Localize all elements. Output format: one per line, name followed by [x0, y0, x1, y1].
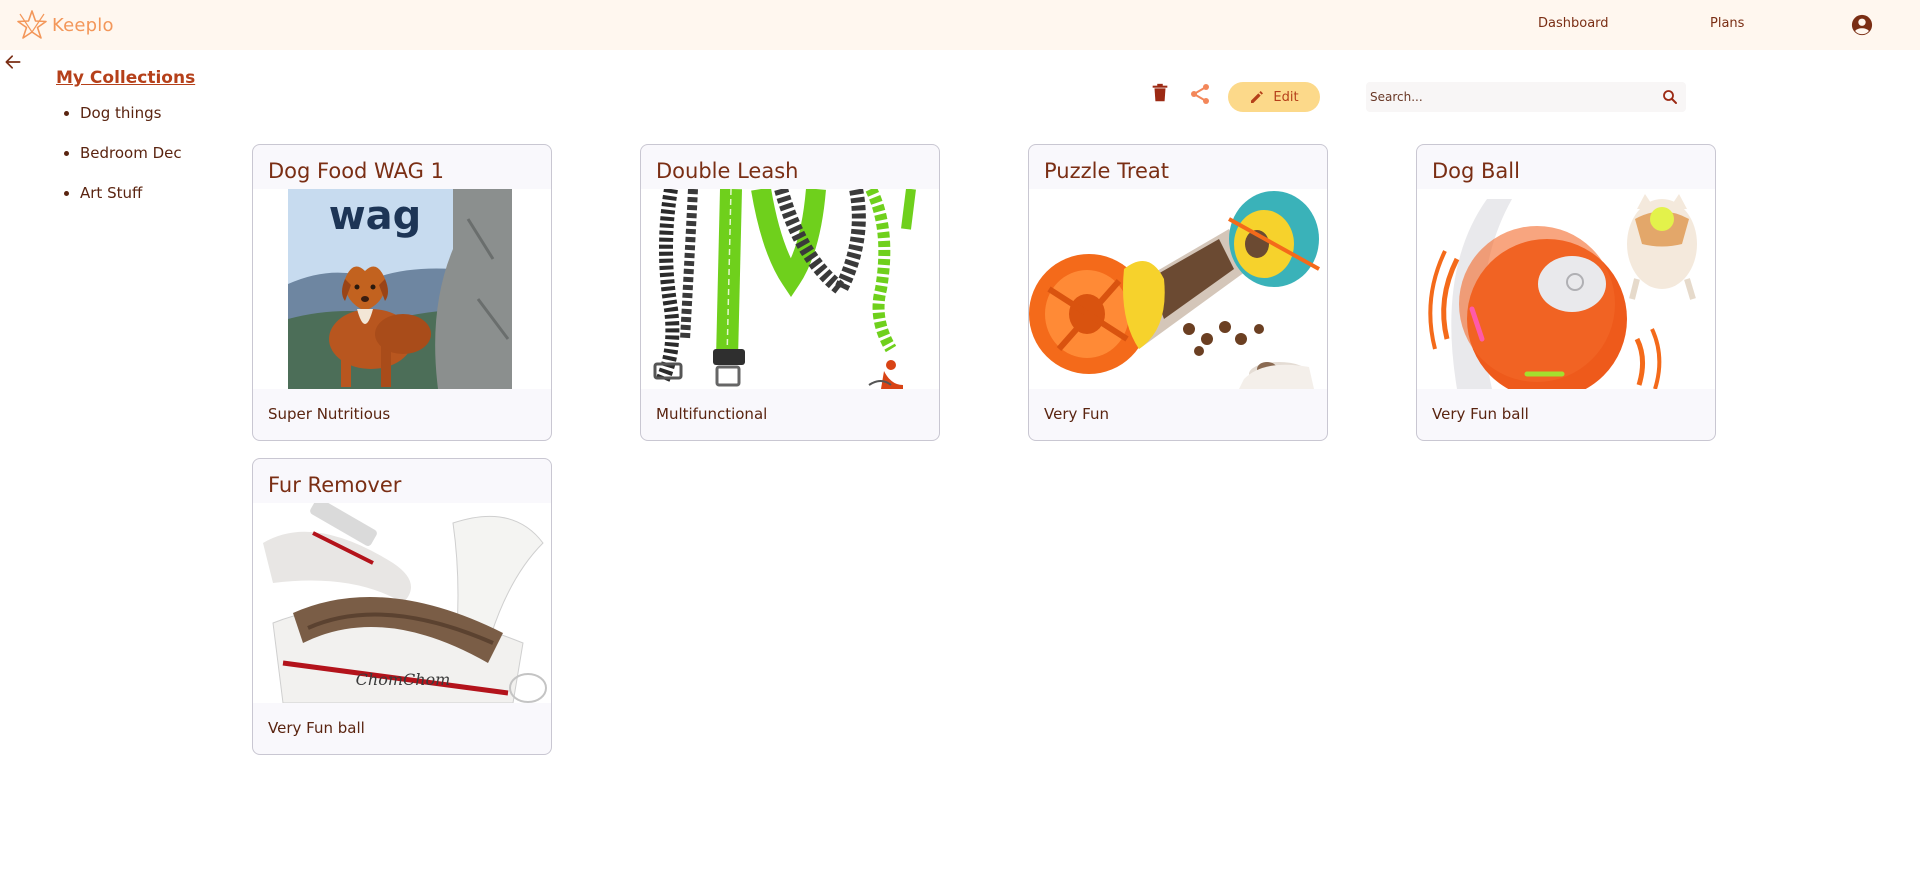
item-card-title: Fur Remover: [268, 473, 402, 497]
item-card[interactable]: Puzzle Treat Very Fun: [1028, 144, 1328, 441]
logo-text: Keeplo: [52, 14, 114, 36]
dog-ball-image: [1417, 189, 1715, 389]
collections-sidebar: My Collections Dog things Bedroom Dec Ar…: [56, 68, 226, 222]
my-collections-link[interactable]: My Collections: [56, 68, 195, 88]
back-arrow-icon[interactable]: [3, 52, 23, 72]
item-card[interactable]: Fur Remover ChomChom Very Fun ball: [252, 458, 552, 755]
item-card-title: Double Leash: [656, 159, 799, 183]
item-card-description: Very Fun ball: [1432, 405, 1529, 423]
nav-plans-link[interactable]: Plans: [1710, 16, 1744, 31]
item-card-description: Very Fun: [1044, 405, 1109, 423]
item-card-image: [641, 189, 939, 389]
search-icon[interactable]: [1661, 88, 1679, 106]
item-card-description: Very Fun ball: [268, 719, 365, 737]
pencil-icon: [1251, 91, 1264, 103]
chom-chom-logo-text: ChomChom: [356, 670, 451, 689]
collection-item-bedroom-dec[interactable]: Bedroom Dec: [80, 142, 226, 182]
collection-item-art-stuff[interactable]: Art Stuff: [80, 182, 226, 222]
wag-logo-text: wag: [329, 193, 422, 239]
nav-dashboard-link[interactable]: Dashboard: [1538, 16, 1609, 31]
item-card-image: ChomChom: [253, 503, 551, 703]
item-card-title: Puzzle Treat: [1044, 159, 1170, 183]
item-card[interactable]: Double Leash Multifunctional: [640, 144, 940, 441]
edit-button-label: Edit: [1273, 89, 1299, 105]
item-card-description: Super Nutritious: [268, 405, 391, 423]
star-logo-icon: [17, 10, 47, 39]
item-card[interactable]: Dog Ball Very Fun ball: [1416, 144, 1716, 441]
account-circle-icon[interactable]: [1851, 14, 1873, 36]
edit-button[interactable]: Edit: [1228, 82, 1320, 112]
item-card-image: [1029, 189, 1327, 389]
leash-image: [641, 189, 939, 389]
fur-remover-image: ChomChom: [253, 503, 551, 703]
share-icon[interactable]: [1188, 82, 1212, 106]
search-input[interactable]: [1370, 82, 1640, 112]
dog-food-image: wag: [253, 189, 551, 389]
item-card-image: wag: [253, 189, 551, 389]
delete-trash-icon[interactable]: [1149, 82, 1171, 104]
collection-item-dog-things[interactable]: Dog things: [80, 102, 226, 142]
item-card[interactable]: Dog Food WAG 1 wag Super Nutritious: [252, 144, 552, 441]
search-box: [1366, 82, 1686, 112]
item-card-title: Dog Ball: [1432, 159, 1520, 183]
item-card-title: Dog Food WAG 1: [268, 159, 444, 183]
puzzle-toy-image: [1029, 189, 1327, 389]
logo[interactable]: Keeplo: [14, 8, 114, 42]
item-card-image: [1417, 189, 1715, 389]
item-card-description: Multifunctional: [656, 405, 768, 423]
top-navigation-bar: Keeplo Dashboard Plans: [0, 0, 1920, 50]
collections-list: Dog things Bedroom Dec Art Stuff: [56, 102, 226, 222]
